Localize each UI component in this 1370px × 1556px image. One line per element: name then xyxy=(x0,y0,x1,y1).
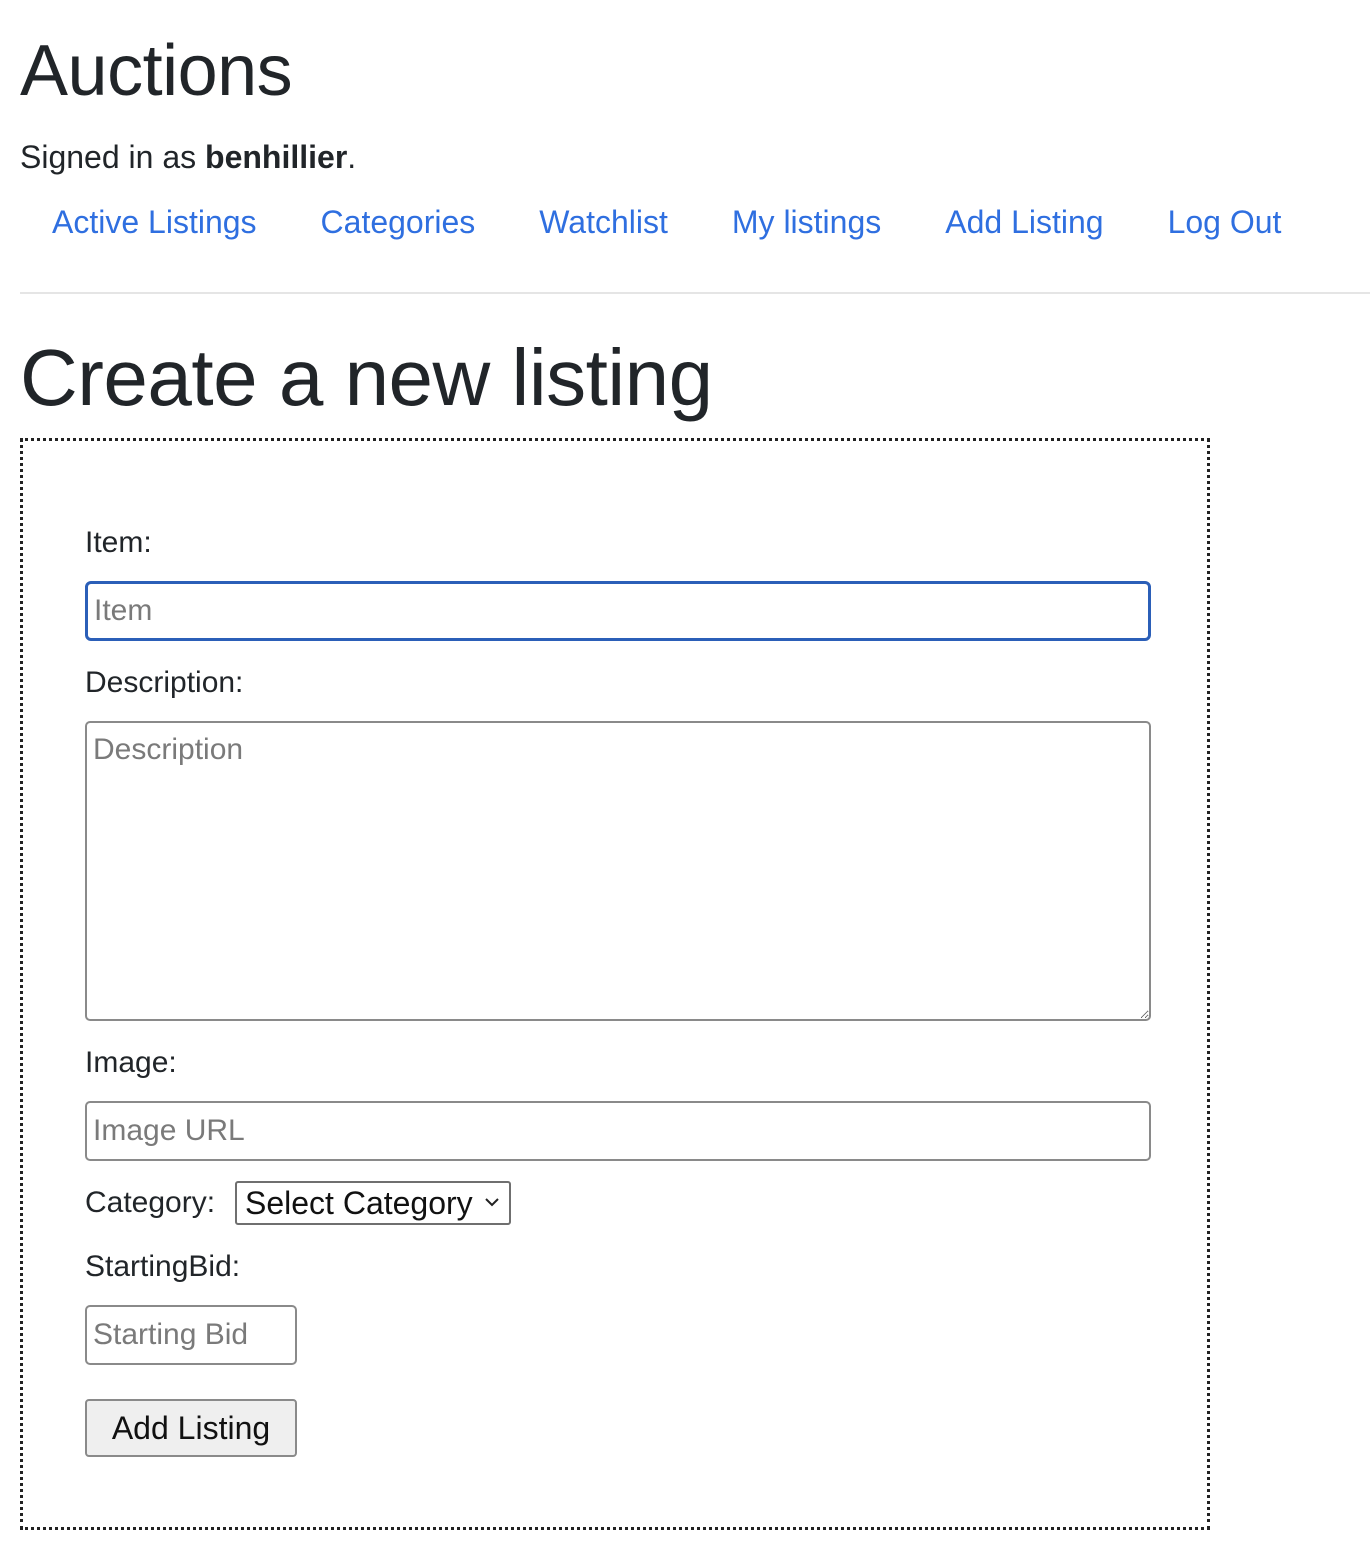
username: benhillier xyxy=(205,139,348,175)
nav-link-watchlist[interactable]: Watchlist xyxy=(507,196,700,248)
nav-link-add-listing[interactable]: Add Listing xyxy=(913,196,1135,248)
nav-link-categories[interactable]: Categories xyxy=(289,196,508,248)
starting-bid-input[interactable] xyxy=(85,1305,297,1365)
image-url-input[interactable] xyxy=(85,1101,1151,1161)
chevron-down-icon xyxy=(485,1198,499,1207)
nav-link-my-listings[interactable]: My listings xyxy=(700,196,913,248)
category-label: Category: xyxy=(85,1186,216,1219)
nav-item-categories: Categories xyxy=(289,196,508,248)
item-label: Item: xyxy=(85,526,152,559)
nav-link-log-out[interactable]: Log Out xyxy=(1136,196,1314,248)
nav-item-watchlist: Watchlist xyxy=(507,196,700,248)
signed-in-prefix: Signed in as xyxy=(20,139,206,175)
create-listing-form: Item: Description: Image: Category: Sele… xyxy=(20,438,1210,1530)
category-selected-value: Select Category xyxy=(245,1184,473,1221)
image-label: Image: xyxy=(85,1046,177,1079)
add-listing-button[interactable]: Add Listing xyxy=(85,1399,297,1457)
signed-in-suffix: . xyxy=(347,139,357,175)
nav-link-active-listings[interactable]: Active Listings xyxy=(20,196,289,248)
item-input[interactable] xyxy=(85,581,1151,641)
main-nav: Active Listings Categories Watchlist My … xyxy=(20,196,1313,248)
page-title: Create a new listing xyxy=(20,333,713,422)
category-select[interactable]: Select Category xyxy=(235,1181,511,1225)
app-title: Auctions xyxy=(20,31,293,111)
starting-bid-label: StartingBid: xyxy=(85,1250,241,1283)
nav-item-my-listings: My listings xyxy=(700,196,913,248)
description-textarea[interactable] xyxy=(85,721,1151,1021)
description-label: Description: xyxy=(85,666,244,699)
signed-in-status: Signed in as benhillier. xyxy=(20,138,356,176)
nav-item-active-listings: Active Listings xyxy=(20,196,289,248)
nav-item-add-listing: Add Listing xyxy=(913,196,1135,248)
nav-item-log-out: Log Out xyxy=(1136,196,1314,248)
header-divider xyxy=(20,292,1370,294)
